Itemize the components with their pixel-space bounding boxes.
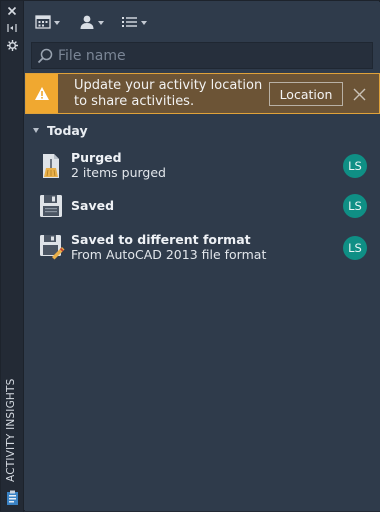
toolbar	[25, 2, 380, 40]
chevron-down-icon	[54, 21, 60, 25]
user-filter-button[interactable]	[79, 11, 104, 33]
palette-title: ACTIVITY INSIGHTS	[5, 378, 17, 482]
activity-title: Saved	[71, 198, 115, 213]
activity-title: Purged	[71, 150, 122, 165]
section-today[interactable]: Today	[33, 123, 88, 138]
search-icon	[32, 43, 58, 68]
activity-detail: From AutoCAD 2013 file format	[71, 247, 267, 262]
activity-insights-palette: ACTIVITY INSIGHTS File name Update your …	[0, 0, 380, 512]
activity-item[interactable]: Saved to different format From AutoCAD 2…	[25, 230, 380, 266]
activity-detail: 2 items purged	[71, 165, 166, 180]
settings-gear-icon[interactable]	[4, 38, 20, 52]
activity-title: Saved to different format	[71, 232, 251, 247]
close-icon[interactable]	[4, 4, 20, 18]
location-button[interactable]: Location	[269, 82, 343, 106]
palette-title-strip: ACTIVITY INSIGHTS	[1, 1, 24, 512]
banner-message: Update your activity location to share a…	[74, 78, 263, 109]
calendar-filter-button[interactable]	[35, 11, 60, 33]
list-icon	[122, 17, 137, 27]
list-view-button[interactable]	[121, 11, 147, 33]
avatar: LS	[343, 236, 367, 260]
avatar: LS	[343, 194, 367, 218]
activity-panel: Update your activity location to share a…	[25, 2, 380, 511]
close-icon[interactable]	[353, 86, 367, 101]
location-warning-banner: Update your activity location to share a…	[25, 73, 380, 114]
collapse-triangle-icon	[33, 128, 39, 133]
properties-icon[interactable]	[6, 490, 19, 506]
purge-broom-icon	[39, 153, 63, 179]
chevron-down-icon	[141, 21, 147, 25]
avatar: LS	[343, 154, 367, 178]
activity-item[interactable]: Saved LS	[25, 192, 380, 222]
search-input[interactable]	[58, 43, 372, 68]
chevron-down-icon	[98, 21, 104, 25]
section-label: Today	[47, 123, 88, 138]
calendar-icon	[35, 15, 51, 29]
user-icon	[80, 15, 94, 29]
search-box	[31, 42, 373, 69]
collapse-icon[interactable]	[4, 21, 20, 35]
activity-item[interactable]: Purged 2 items purged LS	[25, 148, 380, 184]
save-disk-icon	[39, 194, 63, 220]
warning-icon	[26, 74, 58, 113]
save-as-icon	[39, 234, 65, 260]
